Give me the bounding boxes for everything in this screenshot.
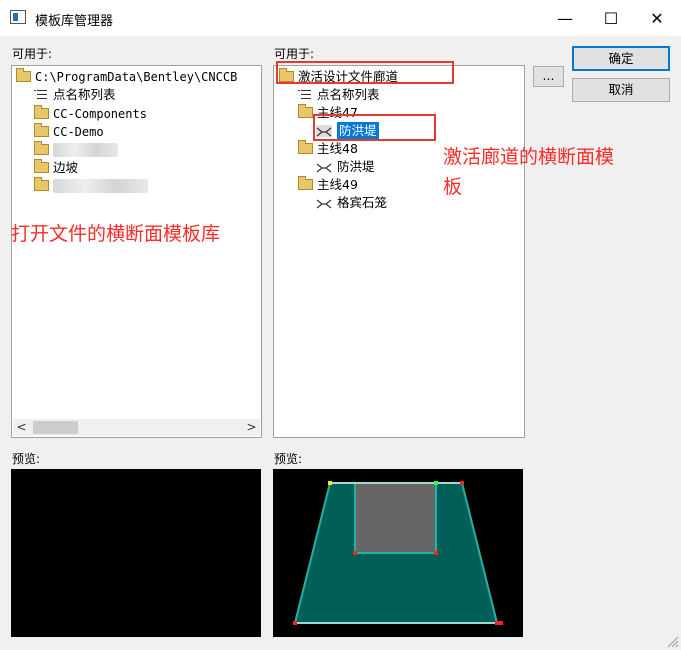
highlight-box-active-corridor — [276, 61, 454, 84]
root-path-text: C:\ProgramData\Bentley\CNCCB — [35, 69, 238, 84]
folder-icon — [34, 105, 49, 119]
app-icon — [10, 10, 26, 24]
right-preview-label: 预览: — [274, 452, 303, 466]
title-bar: 模板库管理器 — ☐ ✕ — [0, 0, 681, 36]
scroll-thumb[interactable] — [33, 421, 78, 434]
annotation-left-note: 打开文件的横断面模板库 — [11, 223, 221, 245]
left-preview-canvas — [11, 469, 261, 637]
redacted-label — [53, 178, 148, 193]
folder-open-icon — [298, 176, 313, 190]
folder-icon — [34, 177, 49, 191]
folder-icon — [34, 123, 49, 137]
tree-node-redacted-1[interactable] — [34, 140, 118, 158]
annotation-right-note-line2: 板 — [443, 176, 463, 198]
tree-node-label: CC-Demo — [53, 124, 104, 139]
section-point — [293, 621, 297, 625]
resize-grip-icon[interactable] — [667, 636, 679, 648]
tree-node-cc-components[interactable]: CC-Components — [34, 104, 147, 122]
right-preview-canvas — [273, 469, 523, 637]
section-point — [353, 551, 357, 555]
folder-open-icon — [16, 68, 31, 82]
folder-icon — [34, 159, 49, 173]
tree-node-cc-demo[interactable]: CC-Demo — [34, 122, 104, 140]
section-point — [460, 481, 464, 485]
right-available-label: 可用于: — [274, 47, 315, 61]
redacted-label — [53, 142, 118, 157]
tree-node-label: CC-Components — [53, 106, 147, 121]
tree-node-label: 防洪堤 — [337, 158, 375, 174]
window-title: 模板库管理器 — [35, 14, 114, 29]
tree-node-slope[interactable]: 边坡 — [34, 158, 78, 176]
left-preview-label: 预览: — [12, 452, 41, 466]
left-available-label: 可用于: — [12, 47, 53, 61]
section-point — [499, 621, 503, 625]
left-library-tree[interactable]: C:\ProgramData\Bentley\CNCCB 点名称列表 CC-Co… — [11, 65, 262, 438]
tree-node-mainline-49[interactable]: 主线49 — [298, 175, 358, 193]
section-point — [434, 551, 438, 555]
scroll-left-arrow[interactable]: < — [13, 419, 30, 436]
cross-section-preview — [293, 481, 503, 625]
close-button[interactable]: ✕ — [634, 0, 680, 36]
tree-node-flood-dike-48[interactable]: 防洪堤 — [316, 157, 375, 175]
tree-node-label: 主线49 — [317, 176, 358, 192]
tree-node-point-name-list[interactable]: 点名称列表 — [298, 85, 380, 103]
template-library-manager-window: 模板库管理器 — ☐ ✕ 可用于: C:\ProgramData\Bentley… — [0, 0, 681, 650]
tree-node-label: 格宾石笼 — [337, 194, 388, 210]
template-icon — [316, 197, 332, 209]
tree-node-label: 点名称列表 — [53, 86, 116, 102]
browse-button[interactable]: ... — [533, 66, 564, 87]
core-section-shape — [354, 482, 437, 554]
tree-node-root-path[interactable]: C:\ProgramData\Bentley\CNCCB — [16, 67, 237, 85]
annotation-right-note-line1: 激活廊道的横断面模 — [443, 146, 615, 168]
tree-node-label: 边坡 — [53, 159, 79, 175]
folder-icon — [34, 141, 49, 155]
tree-node-mainline-48[interactable]: 主线48 — [298, 139, 358, 157]
minimize-button[interactable]: — — [542, 0, 588, 36]
highlight-box-flood-dike — [313, 114, 436, 141]
section-point — [495, 621, 499, 625]
list-icon — [298, 89, 312, 101]
left-horizontal-scrollbar[interactable]: < > — [13, 419, 260, 436]
tree-node-label: 点名称列表 — [317, 86, 380, 102]
section-point — [328, 481, 332, 485]
tree-node-label: 主线48 — [317, 140, 358, 156]
scroll-right-arrow[interactable]: > — [243, 419, 260, 436]
tree-node-gabion[interactable]: 格宾石笼 — [316, 193, 387, 211]
folder-open-icon — [298, 104, 313, 118]
cancel-button[interactable]: 取消 — [572, 78, 670, 102]
template-icon — [316, 161, 332, 173]
list-icon — [34, 89, 48, 101]
maximize-button[interactable]: ☐ — [588, 0, 634, 36]
tree-node-point-name-list[interactable]: 点名称列表 — [34, 85, 116, 103]
folder-open-icon — [298, 140, 313, 154]
ok-button[interactable]: 确定 — [572, 46, 670, 71]
tree-node-redacted-2[interactable] — [34, 176, 148, 194]
section-point — [434, 481, 438, 485]
